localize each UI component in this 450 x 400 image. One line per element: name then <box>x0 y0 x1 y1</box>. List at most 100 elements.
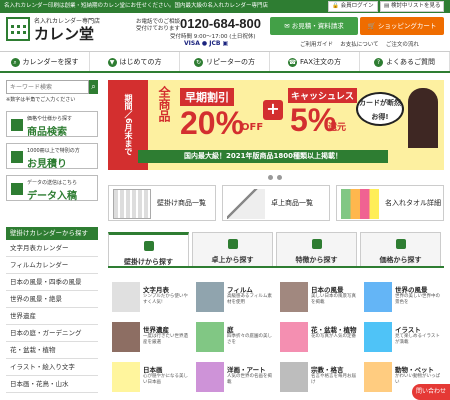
banner-strip: 国内最大級！2021年版商品1800種類以上掲載！ <box>138 150 388 163</box>
grid-item[interactable]: 庭四季折々の庭園の美しさを <box>196 322 276 356</box>
business-hours: 受付時間 9:00～17:00 (土日祝休) <box>170 34 256 40</box>
list-icon: ▤ <box>384 3 390 9</box>
thumbnail <box>280 282 308 312</box>
grid-item[interactable]: 世界遺産 一度は行きたい世界遺産を厳選 <box>112 322 192 356</box>
data-upload-box[interactable]: データの送信はこちら データ入稿 <box>6 175 98 202</box>
grid-item[interactable]: 洋画・アート 人気の世界の名画を掲載 <box>196 362 276 396</box>
thumbnail <box>196 322 224 352</box>
category-item[interactable]: 日本の庭・ガーデニング <box>6 325 98 342</box>
promo-banner[interactable]: 期間／6月末まで 全商品 早期割引 20% OFF + キャッシュレス 5% 還… <box>108 80 444 170</box>
thumbnail <box>112 362 140 392</box>
grid-item[interactable]: 世界の風景 世界の美しい世界中の景色を <box>364 282 444 316</box>
grid-item[interactable]: 日本の風景 美しい日本の風景写真を掲載 <box>280 282 360 316</box>
banner-all-products: 全商品 <box>157 86 171 122</box>
thumbnail <box>196 362 224 392</box>
tel-note-2: 受付けております <box>136 26 180 32</box>
nav-item-repeat[interactable]: ↻ リピーターの方 <box>180 52 270 71</box>
desk-products-box[interactable]: 卓上商品一覧 <box>222 185 330 221</box>
category-item[interactable]: イラスト・絵入り文字 <box>6 359 98 376</box>
tab-wall[interactable]: 壁掛けから探す <box>108 232 189 266</box>
wall-calendar-icon <box>113 189 151 219</box>
thumbnail <box>280 322 308 352</box>
category-item[interactable]: 日本の風景・四季の風景 <box>6 274 98 291</box>
category-item[interactable]: 世界の風景・絶景 <box>6 291 98 308</box>
estimate-box[interactable]: 1000冊以上で特別の方 お見積り <box>6 143 98 170</box>
carousel-dots <box>268 174 286 182</box>
search-button[interactable]: ⌕ <box>89 80 98 94</box>
member-login-button[interactable]: 🔒 会員ログイン <box>328 1 378 12</box>
banner-return: 還元 <box>328 123 347 133</box>
nav-item-faq[interactable]: ? よくあるご質問 <box>360 52 450 71</box>
tab-desk[interactable]: 卓上から探す <box>192 232 273 266</box>
cart-icon: 🛒 <box>367 22 376 30</box>
thumbnail <box>112 282 140 312</box>
search-input[interactable] <box>6 80 89 94</box>
wishlist-button[interactable]: ▤ 検討中リストを見る <box>380 1 445 12</box>
nav-item-beginner[interactable]: ▼ はじめての方 <box>90 52 180 71</box>
thumbnail <box>196 282 224 312</box>
calendar-logo-icon[interactable] <box>6 17 30 41</box>
plus-icon: + <box>263 100 283 120</box>
person-photo <box>408 88 438 148</box>
category-item[interactable]: 世界遺産 <box>6 308 98 325</box>
grid-item[interactable]: 日本画 心が穏やかになる美しい日本画 <box>112 362 192 396</box>
category-heading: 壁掛けカレンダーから探す <box>6 227 98 240</box>
grid-item[interactable]: 文字月表 シンプルだから使いやすく人気! <box>112 282 192 316</box>
category-item[interactable]: 花・盆栽・植物 <box>6 342 98 359</box>
check-icon <box>311 239 322 249</box>
thumbnail <box>364 322 392 352</box>
grid-item[interactable]: イラスト 見て楽しめるイラストが満載 <box>364 322 444 356</box>
thumbnail <box>112 322 140 352</box>
calendar-icon <box>227 239 238 249</box>
payment-cards-icon: VISA ● JCB ▣ <box>184 40 229 47</box>
nav-item-search[interactable]: ⌕ カレンダーを探す <box>0 52 90 71</box>
beginner-icon: ▼ <box>107 57 117 67</box>
fax-icon: ☎ <box>288 57 298 67</box>
grid-item[interactable]: 宗教・格言 名言や格言を毎月お届け <box>280 362 360 396</box>
carousel-dot[interactable] <box>277 175 282 180</box>
banner-cashless: キャッシュレス <box>288 88 357 103</box>
phone-number[interactable]: 0120-684-800 <box>180 16 261 31</box>
tab-price[interactable]: 価格から探す <box>360 232 441 266</box>
contact-float-button[interactable]: 問い合わせ <box>412 384 450 400</box>
payment-link[interactable]: お支払について <box>340 42 378 48</box>
top-notice-text: 名入れカレンダー印刷は創業・短納期のカレン堂にお任せください。国内最大級の名入れ… <box>4 3 269 9</box>
repeat-icon: ↻ <box>194 57 203 67</box>
search-icon: ⌕ <box>10 57 20 67</box>
tab-feature[interactable]: 特徴から探す <box>276 232 357 266</box>
yen-icon <box>395 239 406 249</box>
banner-early-discount: 早期割引 <box>180 88 234 106</box>
category-item[interactable]: フィルムカレンダー <box>6 257 98 274</box>
guide-link[interactable]: ご利用ガイド <box>300 42 333 48</box>
main-nav: ⌕ カレンダーを探す ▼ はじめての方 ↻ リピーターの方 ☎ FAX注文の方 ? よくあ… <box>0 51 450 73</box>
wall-products-box[interactable]: 壁掛け商品一覧 <box>108 185 216 221</box>
search-icon: ⌕ <box>91 82 96 91</box>
towel-icon <box>341 189 379 219</box>
search-box: ⌕ <box>6 80 98 94</box>
document-icon <box>11 151 23 163</box>
towel-details-box[interactable]: 名入れタオル詳細 <box>336 185 444 221</box>
search-tabs: 壁掛けから探す 卓上から探す 特徴から探す 価格から探す <box>108 232 444 268</box>
thumbnail <box>280 362 308 392</box>
category-item[interactable]: 文字月表カレンダー <box>6 240 98 257</box>
search-note: ※数字は半角でご入力ください <box>6 97 76 103</box>
header: 名入れカレンダー専門店 カレン堂 お電話でのご相談 受付けております 0120-… <box>0 13 450 51</box>
category-item[interactable]: 日本画・花鳥・山水 <box>6 376 98 393</box>
carousel-dot[interactable] <box>268 175 273 180</box>
thumbnail <box>364 362 392 392</box>
category-list: 文字月表カレンダー フィルムカレンダー 日本の風景・四季の風景 世界の風景・絶景… <box>6 240 98 393</box>
banner-discount-pct: 20% <box>180 105 245 141</box>
banner-bubble: カードが断然お得! <box>356 92 404 126</box>
header-links: ご利用ガイド お支払について ご注文の流れ <box>300 40 419 48</box>
lock-icon: 🔒 <box>332 3 339 9</box>
grid-item[interactable]: 花・盆栽・植物 花の写真が人気の定番 <box>280 322 360 356</box>
product-search-box[interactable]: 価格や仕様から探す 商品検索 <box>6 111 98 138</box>
mail-icon: ✉ <box>284 22 290 30</box>
order-flow-link[interactable]: ご注文の流れ <box>386 42 419 48</box>
cart-button[interactable]: 🛒 ショッピングカート <box>360 17 444 35</box>
brand-name[interactable]: カレン堂 <box>34 23 94 44</box>
nav-item-fax[interactable]: ☎ FAX注文の方 <box>270 52 360 71</box>
contact-button[interactable]: ✉ お見積・資料請求 <box>270 17 358 35</box>
question-icon: ? <box>374 57 383 67</box>
grid-item[interactable]: フィルム 高級感あるフィルム素材を使用 <box>196 282 276 316</box>
